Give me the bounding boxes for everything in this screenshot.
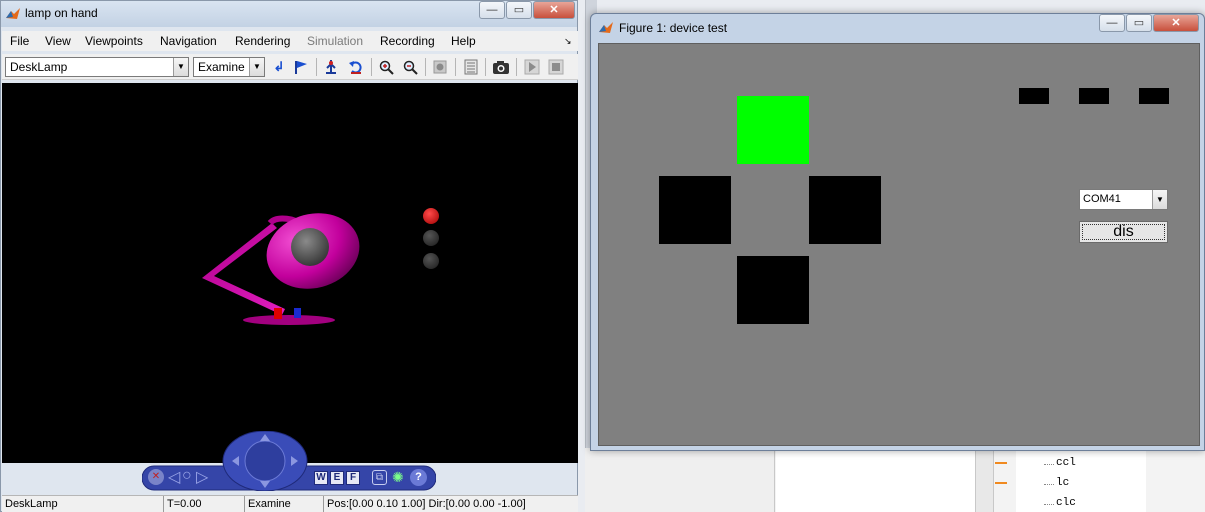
toolbar: DeskLamp ▼ Examine ▼ ↲ [2,54,578,80]
com-port-value: COM41 [1083,193,1121,205]
indicator-block [1079,88,1109,104]
tree-connector [1044,484,1054,485]
3d-viewport[interactable] [2,83,578,463]
background-gutter [976,448,994,512]
minimize-button[interactable]: — [1099,14,1125,32]
camera-icon[interactable] [491,57,511,77]
indicator-block [1139,88,1169,104]
disconnect-button[interactable]: dis [1079,221,1168,243]
toolbar-separator [316,58,317,76]
dock-arrow-icon[interactable]: ↘ [564,36,572,47]
maximize-button[interactable]: ▭ [1126,14,1152,32]
viewpoint-select[interactable]: DeskLamp ▼ [5,57,189,77]
breakpoint-marker [995,462,1007,464]
navigation-panel: ✕ ◁ ○ ▷ W E F ⧉ ✺ ? [142,431,436,491]
undo-move-icon[interactable] [346,57,366,77]
com-port-select[interactable]: COM41 ▼ [1079,189,1168,210]
tree-item[interactable]: lc [1056,477,1069,489]
fly-mode-button[interactable]: F [346,471,360,485]
figure-canvas: COM41 ▼ dis [598,43,1200,446]
examine-mode-button[interactable]: E [330,471,344,485]
pad-top [737,96,809,164]
chevron-down-icon[interactable]: ▼ [249,58,264,76]
help-button[interactable]: ? [410,469,427,486]
background-panel [776,448,976,512]
zoom-out-icon[interactable] [400,57,420,77]
indicator-block [1019,88,1049,104]
menu-simulation[interactable]: Simulation [307,34,363,48]
menu-file[interactable]: File [10,34,29,48]
matlab-icon [599,22,613,33]
navigation-mode-select[interactable]: Examine ▼ [193,57,265,77]
return-icon[interactable]: ↲ [269,57,289,77]
menu-view[interactable]: View [45,34,71,48]
status-mode: Examine [245,496,324,512]
lamp-window-titlebar[interactable]: lamp on hand — ▭ ✕ [1,1,577,27]
desk-lamp-model [202,213,360,325]
red-light-indicator [423,208,439,224]
figure-window-title: Figure 1: device test [619,21,728,35]
toolbar-separator [485,58,486,76]
status-viewpoint: DeskLamp [2,496,164,512]
minimize-button[interactable]: — [479,1,505,19]
off-light-indicator [423,253,439,269]
close-button[interactable]: ✕ [533,1,575,19]
close-icon[interactable]: ✕ [148,469,164,485]
tree-connector [1044,464,1054,465]
headlight-icon[interactable]: ✺ [392,469,404,486]
scene-tree-icon[interactable] [461,57,481,77]
lamp-window: lamp on hand — ▭ ✕ File View Viewpoints … [0,0,578,512]
menu-recording[interactable]: Recording [380,34,435,48]
menu-navigation[interactable]: Navigation [160,34,217,48]
viewpoint-cycle-icon[interactable]: ○ [182,467,192,485]
pad-right [809,176,881,244]
status-time: T=0.00 [164,496,245,512]
toolbar-separator [425,58,426,76]
record-icon[interactable] [430,57,450,77]
menu-viewpoints[interactable]: Viewpoints [85,34,143,48]
figure-window: Figure 1: device test — ▭ ✕ COM41 ▼ dis [590,13,1205,451]
toolbar-separator [455,58,456,76]
navigation-mode-value: Examine [198,60,245,74]
off-light-indicator [423,230,439,246]
tree-connector [1044,504,1054,505]
menu-rendering[interactable]: Rendering [235,34,290,48]
stop-icon[interactable] [546,57,566,77]
close-button[interactable]: ✕ [1153,14,1199,32]
tree-item[interactable]: clc [1056,497,1076,509]
status-position: Pos:[0.00 0.10 1.00] Dir:[0.00 0.00 -1.0… [327,498,526,510]
matlab-icon [6,8,20,19]
lamp-window-title: lamp on hand [25,6,98,20]
flag-icon[interactable] [291,57,311,77]
pad-left [659,176,731,244]
menu-help[interactable]: Help [451,34,476,48]
straighten-icon[interactable]: ⧉ [372,470,387,485]
toolbar-separator [371,58,372,76]
background-tree: ccl lc clc [1016,448,1146,512]
status-bar: DeskLamp T=0.00 Examine Pos:[0.00 0.10 1… [2,495,578,512]
forward-arrow-icon[interactable]: ▷ [196,467,208,487]
viewpoint-select-value: DeskLamp [10,60,68,74]
maximize-button[interactable]: ▭ [506,1,532,19]
menu-bar: File View Viewpoints Navigation Renderin… [2,31,578,51]
play-icon[interactable] [522,57,542,77]
pad-bottom [737,256,809,324]
breakpoint-marker [995,482,1007,484]
walk-mode-button[interactable]: W [314,471,328,485]
straighten-icon[interactable] [321,57,341,77]
background-panel [585,448,775,512]
chevron-down-icon[interactable]: ▼ [1152,190,1167,209]
chevron-down-icon[interactable]: ▼ [173,58,188,76]
tree-item[interactable]: ccl [1056,457,1076,469]
toolbar-separator [516,58,517,76]
zoom-in-icon[interactable] [376,57,396,77]
back-arrow-icon[interactable]: ◁ [168,467,180,487]
